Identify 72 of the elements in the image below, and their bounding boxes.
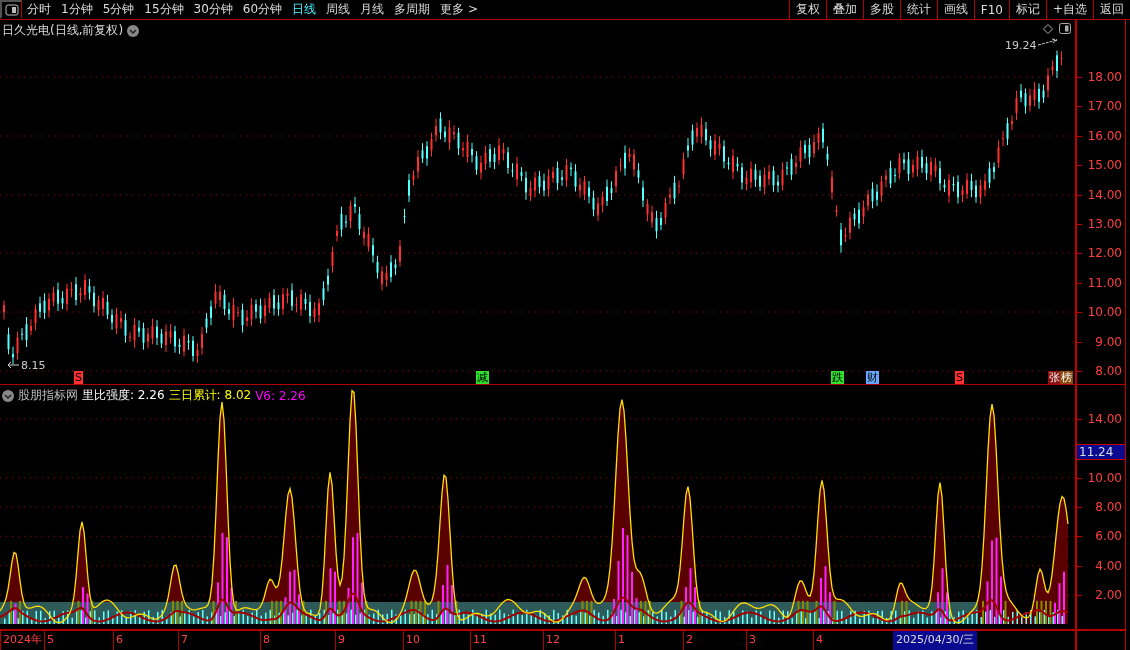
toolbar-button[interactable]: 统计 <box>899 0 937 19</box>
event-marker: 跌 <box>831 371 844 384</box>
high-price-label: 19.24 <box>1005 39 1037 52</box>
date-axis-label: 3 <box>746 631 813 650</box>
arrow-icon <box>6 361 20 369</box>
period-tab[interactable]: 更多 > <box>435 0 483 19</box>
axis-tick-label: 15.00 <box>1087 158 1122 173</box>
date-axis-label: 8 <box>260 631 335 650</box>
period-tab[interactable]: 周线 <box>321 0 356 19</box>
period-tab[interactable]: 5分钟 <box>97 0 140 19</box>
toolbar-button[interactable]: F10 <box>973 0 1009 19</box>
date-axis-label: 1 <box>615 631 683 650</box>
axis-tick-label: 14.00 <box>1087 412 1122 426</box>
axis-tick-label: 9.00 <box>1095 334 1122 349</box>
stock-title: 日久光电(日线,前复权) <box>2 22 124 39</box>
chevron-down-icon[interactable] <box>2 389 14 402</box>
period-tab[interactable]: 月线 <box>355 0 390 19</box>
low-price-label: 8.15 <box>21 359 46 372</box>
indicator-readout: 三日累计: 8.02 <box>168 387 252 404</box>
date-axis-label: 11 <box>470 631 543 650</box>
panel-toggle-icon[interactable] <box>1059 23 1071 34</box>
period-tab[interactable]: 多周期 <box>389 0 436 19</box>
toolbar-button[interactable]: 画线 <box>936 0 974 19</box>
event-marker: 财 <box>866 371 879 384</box>
period-tab[interactable]: 日线 <box>287 0 322 19</box>
period-tab[interactable]: 30分钟 <box>188 0 238 19</box>
axis-tick-label: 16.00 <box>1087 128 1122 143</box>
axis-tick-label: 2.00 <box>1095 587 1122 602</box>
date-axis-label: 12 <box>543 631 615 650</box>
current-value-label: 11.24 <box>1077 444 1125 460</box>
date-axis-label: 6 <box>113 631 178 650</box>
period-tab[interactable]: 60分钟 <box>237 0 288 19</box>
indicator-readout: 里比强度: 2.26 <box>82 387 165 404</box>
date-axis-label: 2024年 <box>0 631 44 650</box>
axis-tick-label: 14.00 <box>1087 187 1122 202</box>
axis-tick-label: 11.00 <box>1087 275 1122 290</box>
current-date-label: 2025/04/30/三 <box>893 631 978 650</box>
date-axis-label: 2 <box>683 631 746 650</box>
axis-tick-label: 4.00 <box>1095 558 1122 573</box>
toolbar-button[interactable]: 复权 <box>788 0 826 19</box>
date-axis-label: 4 <box>813 631 891 650</box>
axis-tick-label: 12.00 <box>1087 246 1122 261</box>
date-axis-label: 9 <box>335 631 403 650</box>
event-marker: S <box>74 371 83 384</box>
event-badge: 榜 <box>1060 371 1073 384</box>
date-axis-label: 10 <box>403 631 470 650</box>
date-axis-label: 5 <box>44 631 113 650</box>
toolbar-button[interactable]: 返回 <box>1093 0 1130 19</box>
axis-tick-label: 17.00 <box>1087 99 1122 114</box>
toolbar-button[interactable]: 叠加 <box>825 0 863 19</box>
axis-tick-label: 13.00 <box>1087 217 1122 231</box>
diamond-icon[interactable] <box>1043 23 1053 34</box>
axis-tick-label: 18.00 <box>1087 70 1122 84</box>
axis-tick-label: 10.00 <box>1087 305 1122 320</box>
period-tab[interactable]: 1分钟 <box>56 0 98 19</box>
event-marker: S <box>955 371 964 384</box>
axis-tick-label: 8.00 <box>1095 500 1122 514</box>
event-marker: 减 <box>476 371 489 384</box>
indicator-readout: V6: 2.26 <box>255 388 306 403</box>
date-axis-label: 7 <box>178 631 260 650</box>
indicator-name: 股朋指标网 <box>18 387 78 404</box>
period-tab[interactable]: 15分钟 <box>139 0 189 19</box>
period-tab[interactable]: 分时 <box>22 0 56 19</box>
axis-tick-label: 8.00 <box>1095 364 1122 378</box>
chevron-down-icon[interactable] <box>127 24 140 37</box>
axis-tick-label: 6.00 <box>1095 529 1122 544</box>
toolbar-button[interactable]: +自选 <box>1045 0 1093 19</box>
panel-toggle-icon[interactable] <box>0 0 22 19</box>
toolbar-button[interactable]: 标记 <box>1008 0 1046 19</box>
toolbar-button[interactable]: 多股 <box>862 0 900 19</box>
arrow-icon <box>1037 38 1059 47</box>
axis-tick-label: 10.00 <box>1087 470 1122 485</box>
